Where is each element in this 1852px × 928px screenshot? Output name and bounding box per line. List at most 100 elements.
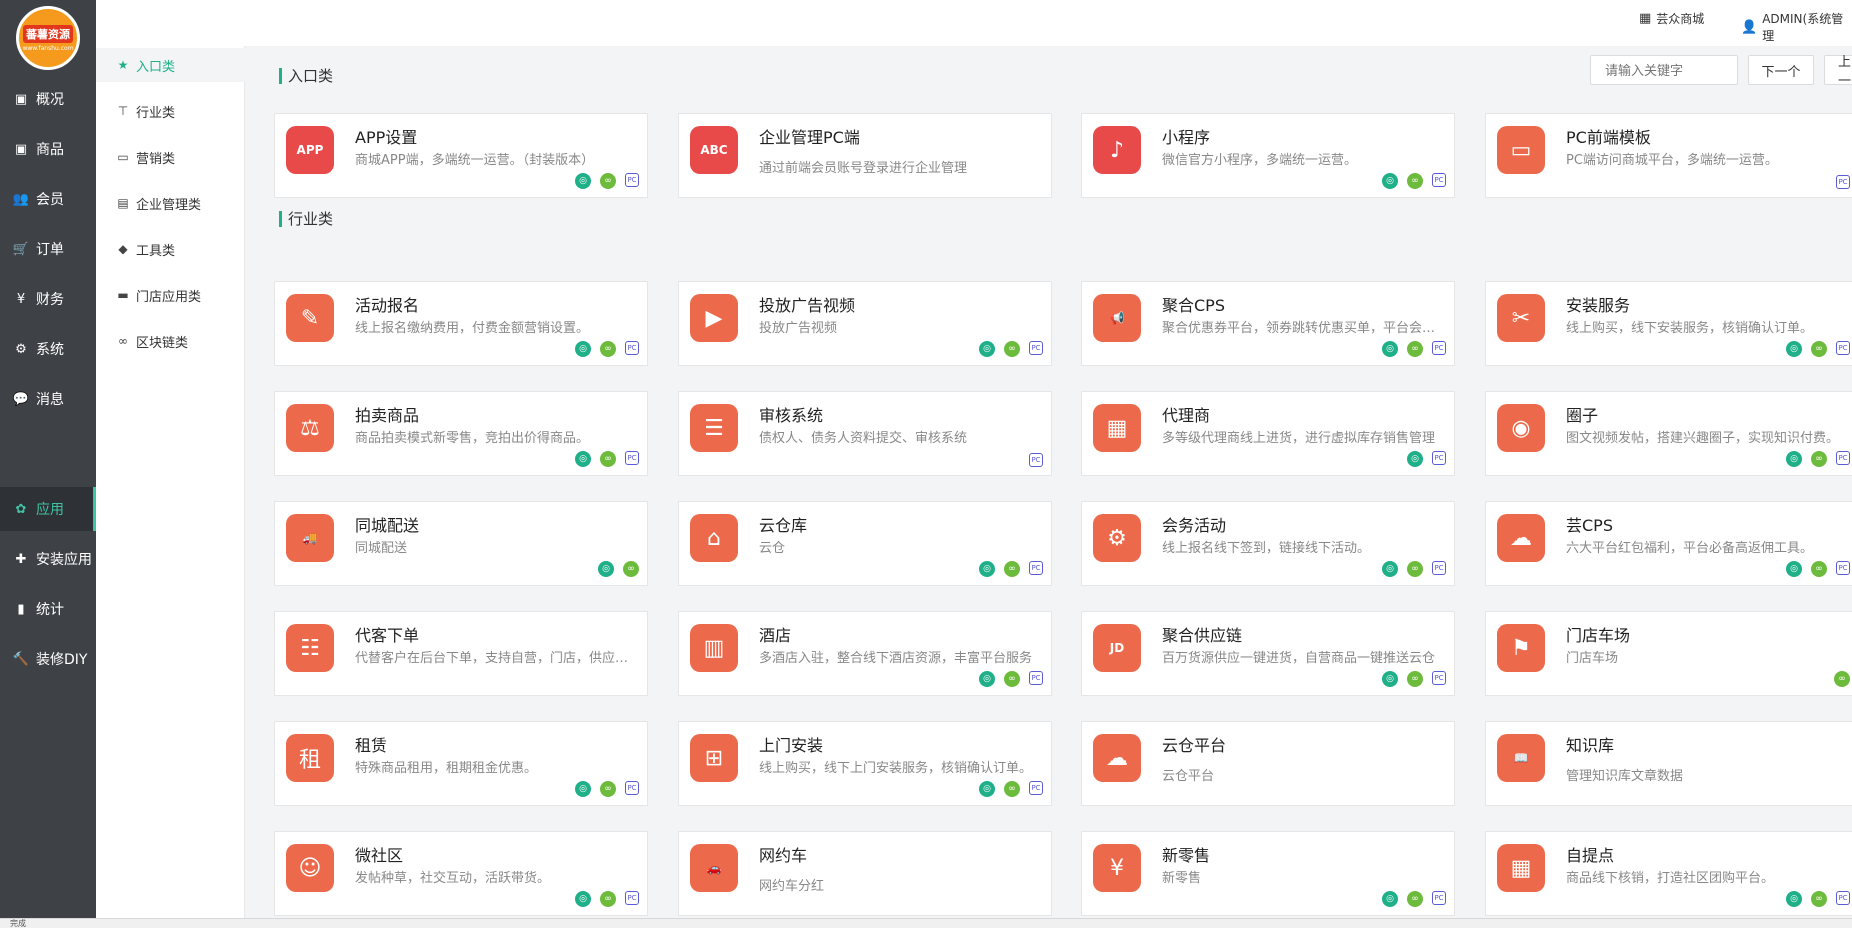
app-description: 微信官方小程序，多端统一运营。 [1162,153,1358,168]
app-card[interactable]: ✎ 活动报名 线上报名缴纳费用，付费金额营销设置。 ◎ ∞ PC [274,281,648,366]
nav-item-4[interactable]: ¥ 财务 [0,277,96,321]
user-label: ADMIN(系统管理 [1762,12,1844,43]
mini-program-badge-icon: ◎ [1382,561,1398,577]
category-item-1[interactable]: ⊤ 行业类 [96,94,245,128]
app-description: 聚合优惠券平台，领券跳转优惠买单，平台会员权益 [1162,321,1438,336]
icon-glyph: ☺ [298,855,322,881]
platform-badges: ◎ ∞ PC [1786,451,1850,467]
app-card[interactable]: ⌂ 云仓库 云仓 ◎ ∞ PC [678,501,1052,586]
app-card[interactable]: ▶ 投放广告视频 投放广告视频 ◎ ∞ PC [678,281,1052,366]
mini-program-badge-icon: ◎ [575,341,591,357]
app-card[interactable]: ♪ 小程序 微信官方小程序，多端统一运营。 ◎ ∞ PC [1081,113,1455,198]
grid-icon: ▦ [1639,11,1652,26]
link-badge-icon: ∞ [1004,341,1020,357]
category-item-6[interactable]: ∞ 区块链类 [96,324,245,358]
onsite-install-icon: ⊞ [690,734,738,782]
nav-item-1[interactable]: ▣ 商品 [0,127,96,171]
nav-item-0[interactable]: ▣ 概况 [0,77,96,121]
message-icon: 💬 [12,391,30,407]
category-item-label: 区块链类 [136,335,189,351]
delivery-icon: 🚚 [286,514,334,562]
app-card[interactable]: ⚖ 拍卖商品 商品拍卖模式新零售，竞拍出价得商品。 ◎ ∞ PC [274,391,648,476]
nav-item-9[interactable]: ▮ 统计 [0,587,96,631]
icon-glyph: ✂ [1511,305,1531,331]
app-name: 门店车场 [1566,626,1631,645]
nav-item-label: 财务 [36,292,64,308]
app-card[interactable]: 🚚 同城配送 同城配送 ◎ ∞ [274,501,648,586]
nav-item-8[interactable]: ✚ 安装应用 [0,537,96,581]
app-card[interactable]: ▥ 酒店 多酒店入驻，整合线下酒店资源，丰富平台服务 ◎ ∞ PC [678,611,1052,696]
app-card[interactable]: ⚑ 门店车场 门店车场 ∞ [1485,611,1852,696]
next-button[interactable]: 下一个 [1748,55,1814,85]
pc-badge-icon: PC [1029,341,1043,355]
app-name: 同城配送 [355,516,420,535]
briefcase-icon: ▤ [117,196,129,210]
category-item-0[interactable]: ★ 入口类 [96,48,245,82]
app-card[interactable]: 📖 知识库 管理知识库文章数据 [1485,721,1852,806]
mini-program-badge-icon: ◎ [1382,671,1398,687]
app-card[interactable]: ABC 企业管理PC端 通过前端会员账号登录进行企业管理 [678,113,1052,198]
app-name: 代客下单 [355,626,420,645]
icon-glyph: ¥ [1110,855,1124,881]
app-card[interactable]: ✂ 安装服务 线上购买，线下安装服务，核销确认订单。 ◎ ∞ PC [1485,281,1852,366]
platform-badges: ◎ ∞ PC [979,781,1043,797]
nav-item-7[interactable]: ✿ 应用 [0,487,96,531]
platform-badges: ◎ ∞ PC [1382,341,1446,357]
app-card[interactable]: ▦ 代理商 多等级代理商线上进货，进行虚拟库存销售管理 ◎ PC [1081,391,1455,476]
nav-item-10[interactable]: 🔨 装修DIY [0,637,96,681]
app-card[interactable]: JD 聚合供应链 百万货源供应一键进货，自营商品一键推送云仓 ◎ ∞ PC [1081,611,1455,696]
category-item-3[interactable]: ▤ 企业管理类 [96,186,245,220]
app-card[interactable]: ⚙ 会务活动 线上报名线下签到，链接线下活动。 ◎ ∞ PC [1081,501,1455,586]
icon-glyph: ☁ [1106,745,1128,771]
pc-badge-icon: PC [1432,891,1446,905]
pc-badge-icon: PC [1029,671,1043,685]
app-card[interactable]: 🚗 网约车 网约车分红 [678,831,1052,916]
chart-icon: ▮ [17,601,25,617]
store-link[interactable]: ▦ 芸众商城 [1639,10,1704,27]
logo[interactable]: 蕃薯资源 www.fanshu.com [16,6,80,70]
mini-program-badge-icon: ◎ [1786,561,1802,577]
signup-icon: ✎ [286,294,334,342]
mini-program-badge-icon: ◎ [575,891,591,907]
mini-program-badge-icon: ◎ [575,173,591,189]
conference-icon: ⚙ [1093,514,1141,562]
user-menu[interactable]: 👤 ADMIN(系统管理 [1741,10,1852,44]
app-card[interactable]: ☁ 芸CPS 六大平台红包福利，平台必备高返佣工具。 ◎ ∞ PC [1485,501,1852,586]
platform-badges: ◎ ∞ PC [1382,891,1446,907]
app-card[interactable]: ☁ 云仓平台 云仓平台 [1081,721,1455,806]
app-card[interactable]: ☷ 代客下单 代替客户在后台下单，支持自营，门店，供应商商品 [274,611,648,696]
search-input[interactable] [1590,55,1738,85]
platform-badges: ◎ ∞ PC [575,781,639,797]
app-card[interactable]: ☰ 审核系统 债权人、债务人资料提交、审核系统 PC [678,391,1052,476]
app-card[interactable]: ▦ 自提点 商品线下核销，打造社区团购平台。 ◎ ∞ PC [1485,831,1852,916]
link-badge-icon: ∞ [1811,891,1827,907]
app-card[interactable]: 📢 聚合CPS 聚合优惠券平台，领券跳转优惠买单，平台会员权益 ◎ ∞ PC [1081,281,1455,366]
icon-glyph: JD [1109,641,1125,655]
category-item-5[interactable]: ▬ 门店应用类 [96,278,245,312]
icon-glyph: ☁ [1510,525,1532,551]
icon-glyph: ◉ [1511,415,1531,441]
prev-button[interactable]: 上一 [1824,55,1852,89]
app-card[interactable]: ☺ 微社区 发帖种草，社交互动，活跃带货。 ◎ ∞ PC [274,831,648,916]
top-header: ▦ 芸众商城 👤 ADMIN(系统管理 [96,0,1852,46]
app-name: 芸CPS [1566,516,1613,535]
icon-glyph: ▶ [705,305,723,331]
platform-badges: ◎ ∞ PC [1786,891,1850,907]
app-card[interactable]: 租 租赁 特殊商品租用，租期租金优惠。 ◎ ∞ PC [274,721,648,806]
nav-item-3[interactable]: 🛒 订单 [0,227,96,271]
platform-badges: ◎ PC [1407,451,1446,467]
money-icon: ▭ [117,150,129,164]
category-item-4[interactable]: ◆ 工具类 [96,232,245,266]
app-card[interactable]: ▭ PC前端模板 PC端访问商城平台，多端统一运营。 PC [1485,113,1852,198]
nav-item-6[interactable]: 💬 消息 [0,377,96,421]
category-item-2[interactable]: ▭ 营销类 [96,140,245,174]
app-card[interactable]: ⊞ 上门安装 线上购买，线下上门安装服务，核销确认订单。 ◎ ∞ PC [678,721,1052,806]
pc-badge-icon: PC [1836,561,1850,575]
mini-program-badge-icon: ◎ [979,561,995,577]
app-card[interactable]: ◉ 圈子 图文视频发帖，搭建兴趣圈子，实现知识付费。 ◎ ∞ PC [1485,391,1852,476]
app-card[interactable]: APP APP设置 商城APP端，多端统一运营。（封装版本） ◎ ∞ PC [274,113,648,198]
nav-item-2[interactable]: 👥 会员 [0,177,96,221]
app-card[interactable]: ¥ 新零售 新零售 ◎ ∞ PC [1081,831,1455,916]
store-label: 芸众商城 [1656,12,1705,26]
nav-item-5[interactable]: ⚙ 系统 [0,327,96,371]
